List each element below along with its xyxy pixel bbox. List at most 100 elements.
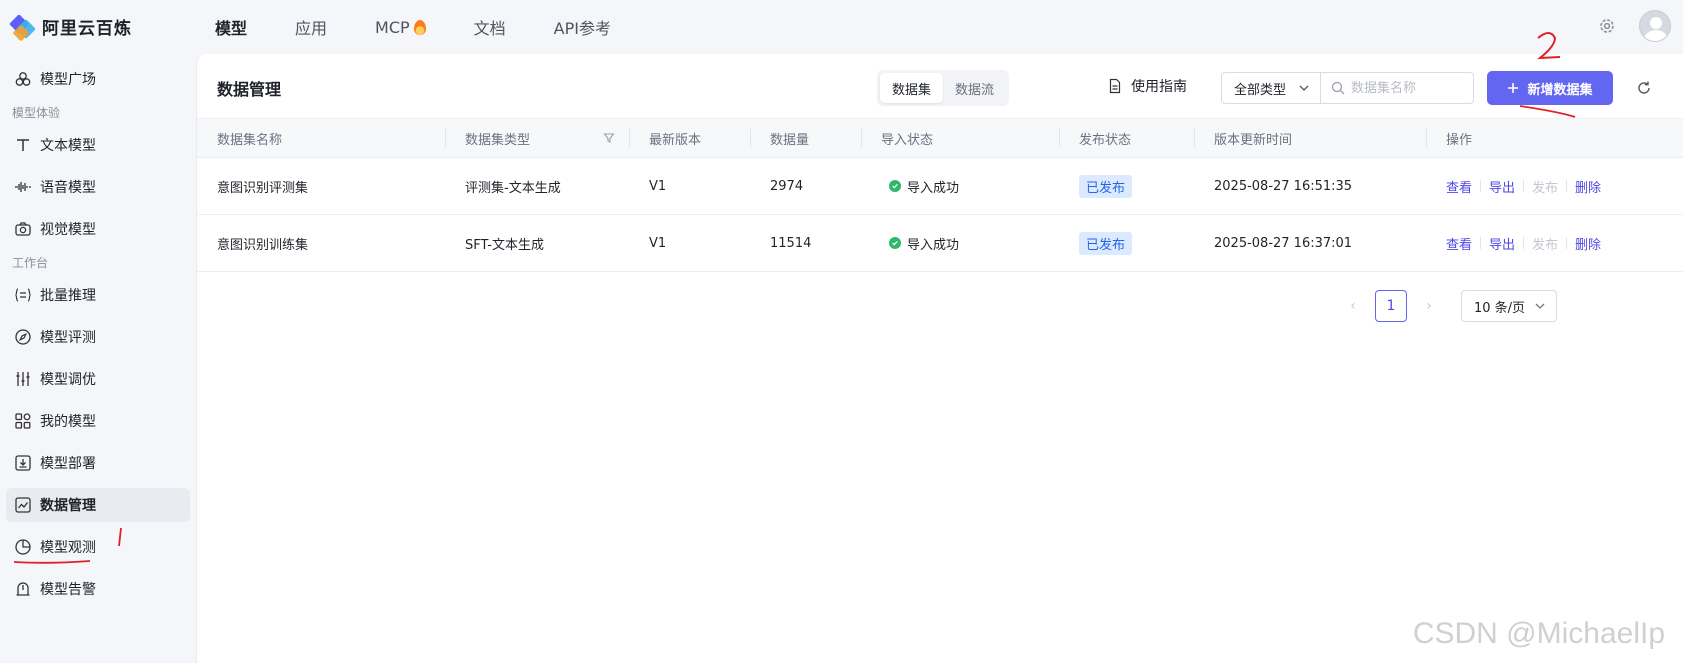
app-name: 阿里云百炼 — [42, 19, 132, 39]
success-check-icon — [889, 180, 901, 192]
col-type: 数据集类型 — [465, 132, 531, 148]
sidebar-group-workbench: 工作台 — [12, 256, 49, 270]
top-nav-menu: 模型 应用 MCP 文档 API参考 — [215, 0, 659, 54]
deploy-icon — [15, 455, 31, 471]
gear-icon[interactable] — [1597, 16, 1617, 36]
nav-apps-label: 应用 — [295, 19, 328, 38]
prev-page-icon[interactable]: ‹ — [1337, 290, 1369, 322]
sidebar-item-model-tuning[interactable]: 模型调优 — [6, 362, 190, 396]
sidebar-item-model-deploy[interactable]: 模型部署 — [6, 446, 190, 480]
pagination: ‹ 1 › 10 条/页 — [1337, 290, 1557, 322]
cell-actions: 查看 导出 发布 删除 — [1446, 158, 1601, 214]
col-actions: 操作 — [1446, 132, 1473, 148]
tab-datasets[interactable]: 数据集 — [880, 73, 944, 103]
import-status-text: 导入成功 — [907, 180, 960, 196]
refresh-icon[interactable] — [1635, 79, 1653, 97]
nav-docs[interactable]: 文档 — [474, 15, 506, 39]
waveform-icon — [15, 182, 31, 192]
table-header: 数据集名称 数据集类型 最新版本 数据量 导入状态 发布状态 版本更新时间 操作 — [197, 118, 1683, 158]
nav-api-ref[interactable]: API参考 — [554, 15, 611, 39]
alarm-icon — [16, 582, 30, 596]
sliders-icon — [16, 372, 30, 386]
success-check-icon — [889, 237, 901, 249]
sidebar-item-model-alarm[interactable]: 模型告警 — [6, 572, 190, 606]
page-size-select[interactable]: 10 条/页 — [1461, 290, 1557, 322]
sidebar-item-label: 模型评测 — [40, 330, 96, 346]
sidebar-item-data-management[interactable]: 数据管理 — [6, 488, 190, 522]
col-publish-status: 发布状态 — [1079, 132, 1132, 148]
usage-guide-label: 使用指南 — [1131, 79, 1187, 95]
nav-models-label: 模型 — [215, 19, 248, 38]
type-filter-value: 全部类型 — [1234, 82, 1287, 98]
cell-import-status: 导入成功 — [889, 215, 959, 271]
sidebar-item-label: 模型观测 — [40, 540, 96, 556]
tab-dataflows[interactable]: 数据流 — [943, 73, 1006, 103]
filter-icon[interactable] — [603, 132, 615, 144]
document-icon — [1109, 78, 1121, 94]
chevron-down-icon — [1299, 85, 1309, 91]
logo-icon — [9, 13, 36, 41]
dataset-search — [1320, 72, 1474, 104]
sidebar-item-label: 批量推理 — [40, 288, 96, 304]
cell-count: 11514 — [770, 235, 812, 251]
sidebar-item-label: 语音模型 — [40, 180, 96, 196]
text-icon — [17, 139, 29, 151]
search-input[interactable] — [1351, 80, 1461, 96]
nav-apps[interactable]: 应用 — [295, 15, 327, 39]
sidebar-item-text-model[interactable]: 文本模型 — [6, 128, 190, 162]
usage-guide-link[interactable]: 使用指南 — [1107, 76, 1187, 96]
cell-version: V1 — [649, 235, 667, 251]
nav-mcp[interactable]: MCP — [375, 18, 426, 37]
cell-updated-time: 2025-08-27 16:37:01 — [1214, 235, 1353, 251]
import-status-text: 导入成功 — [907, 237, 960, 253]
flame-icon — [413, 19, 426, 35]
col-updated-time: 版本更新时间 — [1214, 132, 1293, 148]
camera-icon — [15, 222, 31, 236]
cell-updated-time: 2025-08-27 16:51:35 — [1214, 178, 1353, 194]
col-count: 数据量 — [770, 132, 810, 148]
sidebar-item-label: 模型告警 — [40, 582, 96, 598]
view-button[interactable]: 查看 — [1446, 177, 1472, 196]
page-size-value: 10 条/页 — [1474, 300, 1526, 316]
cell-import-status: 导入成功 — [889, 158, 959, 214]
cell-count: 2974 — [770, 178, 804, 194]
cell-actions: 查看 导出 发布 删除 — [1446, 215, 1601, 271]
view-button[interactable]: 查看 — [1446, 234, 1472, 253]
nav-models[interactable]: 模型 — [215, 15, 247, 39]
top-navbar: 阿里云百炼 模型 应用 MCP 文档 API参考 — [0, 0, 1683, 54]
export-button[interactable]: 导出 — [1489, 234, 1515, 253]
sidebar-item-model-plaza[interactable]: 模型广场 — [6, 62, 190, 96]
sidebar-item-batch-inference[interactable]: 批量推理 — [6, 278, 190, 312]
table-row: 意图识别评测集 评测集-文本生成 V1 2974 导入成功 已发布 2025-0… — [197, 158, 1683, 215]
add-dataset-button[interactable]: 新增数据集 — [1487, 71, 1613, 105]
cell-publish-status: 已发布 — [1079, 215, 1133, 271]
delete-button[interactable]: 删除 — [1575, 177, 1601, 196]
sidebar-item-label: 模型调优 — [40, 372, 96, 388]
sidebar-group-experience: 模型体验 — [12, 106, 61, 120]
app-logo[interactable]: 阿里云百炼 — [9, 13, 132, 41]
sidebar-item-label: 视觉模型 — [40, 222, 96, 238]
delete-button[interactable]: 删除 — [1575, 234, 1601, 253]
chart-icon — [15, 497, 31, 513]
user-avatar[interactable] — [1639, 10, 1671, 42]
cell-name: 意图识别评测集 — [217, 180, 309, 196]
sidebar-item-voice-model[interactable]: 语音模型 — [6, 170, 190, 204]
sidebar-item-vision-model[interactable]: 视觉模型 — [6, 212, 190, 246]
nav-api-ref-label: API参考 — [553, 19, 611, 38]
table-row: 意图识别训练集 SFT-文本生成 V1 11514 导入成功 已发布 2025-… — [197, 215, 1683, 272]
export-button[interactable]: 导出 — [1489, 177, 1515, 196]
cell-publish-status: 已发布 — [1079, 158, 1133, 214]
plus-icon — [1508, 83, 1519, 93]
batch-icon — [15, 288, 31, 302]
dataset-tabs: 数据集 数据流 — [877, 70, 1010, 106]
publish-button: 发布 — [1532, 180, 1559, 196]
next-page-icon[interactable]: › — [1413, 290, 1445, 322]
sidebar-item-model-eval[interactable]: 模型评测 — [6, 320, 190, 354]
sidebar-item-model-observe[interactable]: 模型观测 — [6, 530, 190, 564]
add-dataset-label: 新增数据集 — [1527, 82, 1593, 98]
sidebar-item-my-models[interactable]: 我的模型 — [6, 404, 190, 438]
type-filter-select[interactable]: 全部类型 — [1221, 72, 1321, 104]
sidebar-item-label: 文本模型 — [40, 138, 96, 154]
page-number[interactable]: 1 — [1375, 290, 1407, 322]
plaza-icon — [15, 72, 31, 86]
